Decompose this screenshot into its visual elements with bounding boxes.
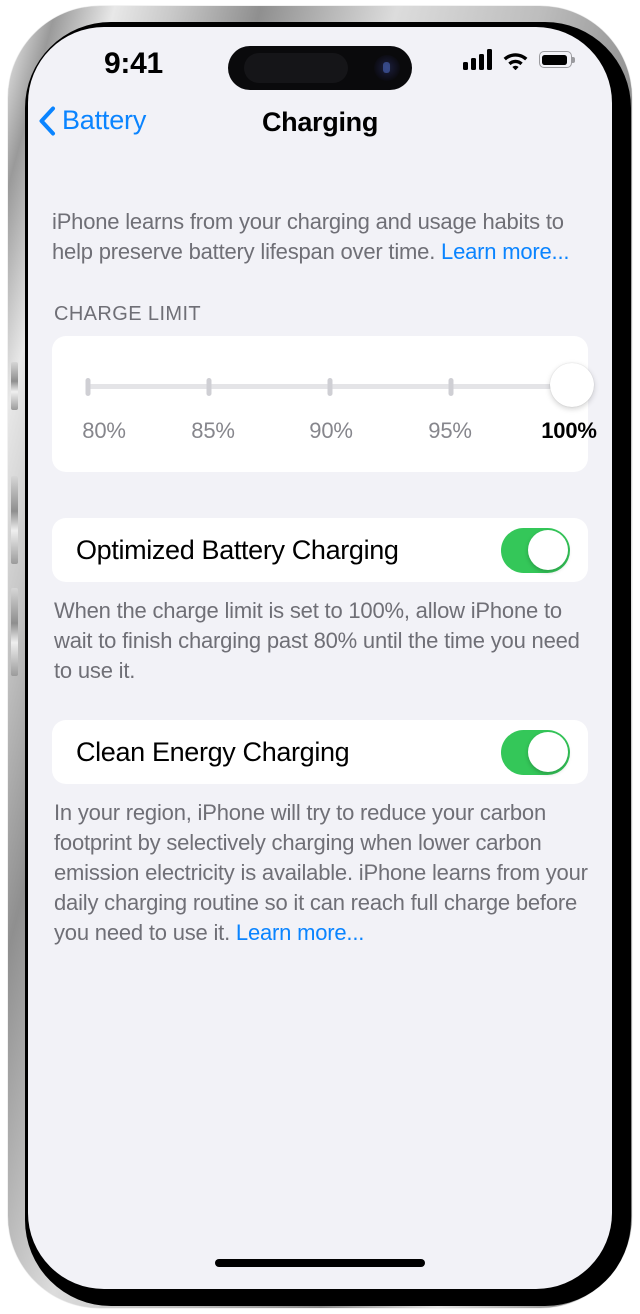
volume-up-button[interactable] <box>11 476 18 564</box>
page-title: Charging <box>261 107 379 137</box>
screenshot-root: 9:41 Battery Charging iPhone learns from… <box>0 0 640 1314</box>
slider-thumb[interactable] <box>550 363 594 407</box>
status-bar: 9:41 <box>28 27 612 95</box>
clean-energy-charging-footnote: In your region, iPhone will try to reduc… <box>54 798 588 948</box>
charge-limit-card: 80% 85% 90% 95% 100% <box>52 336 597 472</box>
scale-label-85[interactable]: 85% <box>191 418 235 444</box>
home-indicator[interactable] <box>215 1259 425 1267</box>
cellular-signal-icon <box>463 49 492 70</box>
clean-energy-charging-row[interactable]: Clean Energy Charging <box>52 720 588 784</box>
optimized-battery-charging-card: Optimized Battery Charging <box>52 518 588 582</box>
clean-energy-charging-card: Clean Energy Charging <box>52 720 588 784</box>
slider-tick <box>206 378 212 396</box>
scale-label-80[interactable]: 80% <box>82 418 126 444</box>
navigation-bar: Battery Charging <box>28 95 612 159</box>
intro-learn-more-link[interactable]: Learn more... <box>441 239 569 264</box>
wifi-icon <box>502 50 529 70</box>
settings-content: iPhone learns from your charging and usa… <box>28 159 612 948</box>
slider-track <box>88 384 552 389</box>
scale-label-95[interactable]: 95% <box>428 418 472 444</box>
charge-limit-scale: 80% 85% 90% 95% 100% <box>82 418 597 450</box>
status-bar-time: 9:41 <box>104 47 163 80</box>
intro-description: iPhone learns from your charging and usa… <box>52 207 588 267</box>
slider-tick <box>327 378 333 396</box>
volume-down-button[interactable] <box>11 588 18 676</box>
optimized-battery-charging-row[interactable]: Optimized Battery Charging <box>52 518 588 582</box>
scale-label-100[interactable]: 100% <box>541 418 597 444</box>
action-button[interactable] <box>11 362 18 410</box>
charge-limit-slider[interactable] <box>82 363 594 410</box>
charge-limit-section-header: CHARGE LIMIT <box>54 303 202 325</box>
battery-full-icon <box>539 51 575 68</box>
status-bar-icons <box>463 49 575 70</box>
toggle-knob <box>527 732 568 772</box>
slider-tick <box>448 378 454 396</box>
optimized-battery-charging-label: Optimized Battery Charging <box>76 534 399 565</box>
clean-energy-charging-toggle[interactable] <box>501 729 570 775</box>
dynamic-island <box>228 46 412 90</box>
iphone-screen: 9:41 Battery Charging iPhone learns from… <box>28 27 612 1289</box>
optimized-battery-charging-footnote: When the charge limit is set to 100%, al… <box>54 598 580 683</box>
optimized-battery-charging-toggle[interactable] <box>501 527 570 573</box>
clean-energy-learn-more-link[interactable]: Learn more... <box>236 920 364 945</box>
toggle-knob <box>527 530 568 570</box>
clean-energy-charging-label: Clean Energy Charging <box>76 736 350 767</box>
slider-tick <box>85 378 91 396</box>
front-camera-icon <box>374 55 400 81</box>
dynamic-island-pill <box>244 53 348 83</box>
scale-label-90[interactable]: 90% <box>309 418 353 444</box>
